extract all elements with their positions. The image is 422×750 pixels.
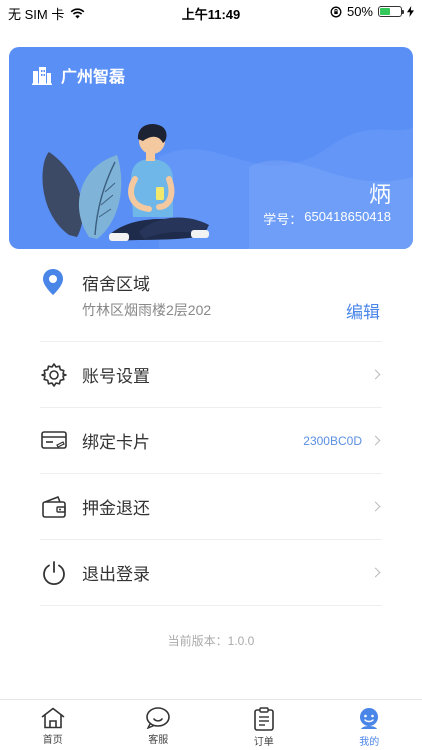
battery-icon bbox=[378, 6, 404, 17]
edit-dorm-button[interactable]: 编辑 bbox=[346, 298, 380, 323]
location-pin-icon bbox=[43, 269, 63, 295]
menu-item-label: 账号设置 bbox=[82, 367, 150, 386]
settings-menu: 宿舍区域 竹林区烟雨楼2层202 编辑 账号设置 绑定卡片 2300BC0D 押… bbox=[40, 262, 382, 606]
tab-customer-service[interactable]: 客服 bbox=[106, 700, 212, 750]
menu-item-deposit-refund[interactable]: 押金退还 bbox=[40, 474, 382, 540]
menu-item-label: 绑定卡片 bbox=[82, 433, 150, 452]
home-icon bbox=[41, 707, 65, 729]
app-version: 当前版本：1.0.0 bbox=[167, 634, 255, 648]
battery-fill bbox=[380, 8, 390, 15]
status-bar: 无 SIM 卡 上午11:49 50% bbox=[0, 0, 422, 24]
charging-bolt-icon bbox=[407, 6, 414, 17]
tab-label: 首页 bbox=[42, 735, 63, 746]
clipboard-icon bbox=[253, 707, 274, 731]
tab-orders[interactable]: 订单 bbox=[211, 700, 317, 750]
card-icon bbox=[40, 427, 68, 455]
power-icon bbox=[40, 559, 68, 587]
chevron-right-icon bbox=[370, 435, 381, 446]
student-id-label: 学号： bbox=[263, 212, 303, 227]
dorm-address: 竹林区烟雨楼2层202 bbox=[82, 302, 212, 318]
menu-item-label: 退出登录 bbox=[82, 565, 150, 584]
menu-item-logout[interactable]: 退出登录 bbox=[40, 540, 382, 606]
tab-bar: 首页 客服 订单 我的 bbox=[0, 699, 422, 750]
brand-name: 广州智磊 bbox=[61, 69, 126, 86]
profile-icon bbox=[360, 708, 379, 729]
menu-item-account-settings[interactable]: 账号设置 bbox=[40, 342, 382, 408]
tab-label: 客服 bbox=[148, 735, 169, 746]
gear-icon bbox=[40, 361, 68, 389]
chevron-right-icon bbox=[370, 369, 381, 380]
tab-label: 订单 bbox=[253, 737, 274, 748]
dorm-section: 宿舍区域 竹林区烟雨楼2层202 编辑 bbox=[40, 262, 382, 342]
chevron-right-icon bbox=[370, 501, 381, 512]
tab-home[interactable]: 首页 bbox=[0, 700, 106, 750]
battery-percent: 50% bbox=[346, 4, 373, 19]
student-illustration bbox=[42, 123, 209, 241]
status-right: 50% bbox=[330, 4, 414, 19]
menu-item-bind-card[interactable]: 绑定卡片 2300BC0D bbox=[40, 408, 382, 474]
orientation-lock-icon bbox=[330, 6, 342, 17]
tab-label: 我的 bbox=[359, 737, 380, 748]
brand: 广州智磊 bbox=[31, 63, 125, 87]
profile-card: 广州智磊 炳 学号： 650418650418 bbox=[9, 47, 413, 249]
card-number-value: 2300BC0D bbox=[303, 433, 362, 448]
chat-icon bbox=[146, 707, 171, 729]
tab-mine[interactable]: 我的 bbox=[317, 700, 422, 750]
building-icon bbox=[32, 67, 52, 85]
student-id-value: 650418650418 bbox=[304, 209, 391, 224]
student-id: 学号： 650418650418 bbox=[263, 209, 391, 228]
dorm-title: 宿舍区域 bbox=[82, 275, 150, 294]
chevron-right-icon bbox=[370, 567, 381, 578]
user-name: 炳 bbox=[368, 182, 391, 207]
wallet-icon bbox=[40, 493, 68, 521]
menu-item-label: 押金退还 bbox=[82, 499, 150, 518]
